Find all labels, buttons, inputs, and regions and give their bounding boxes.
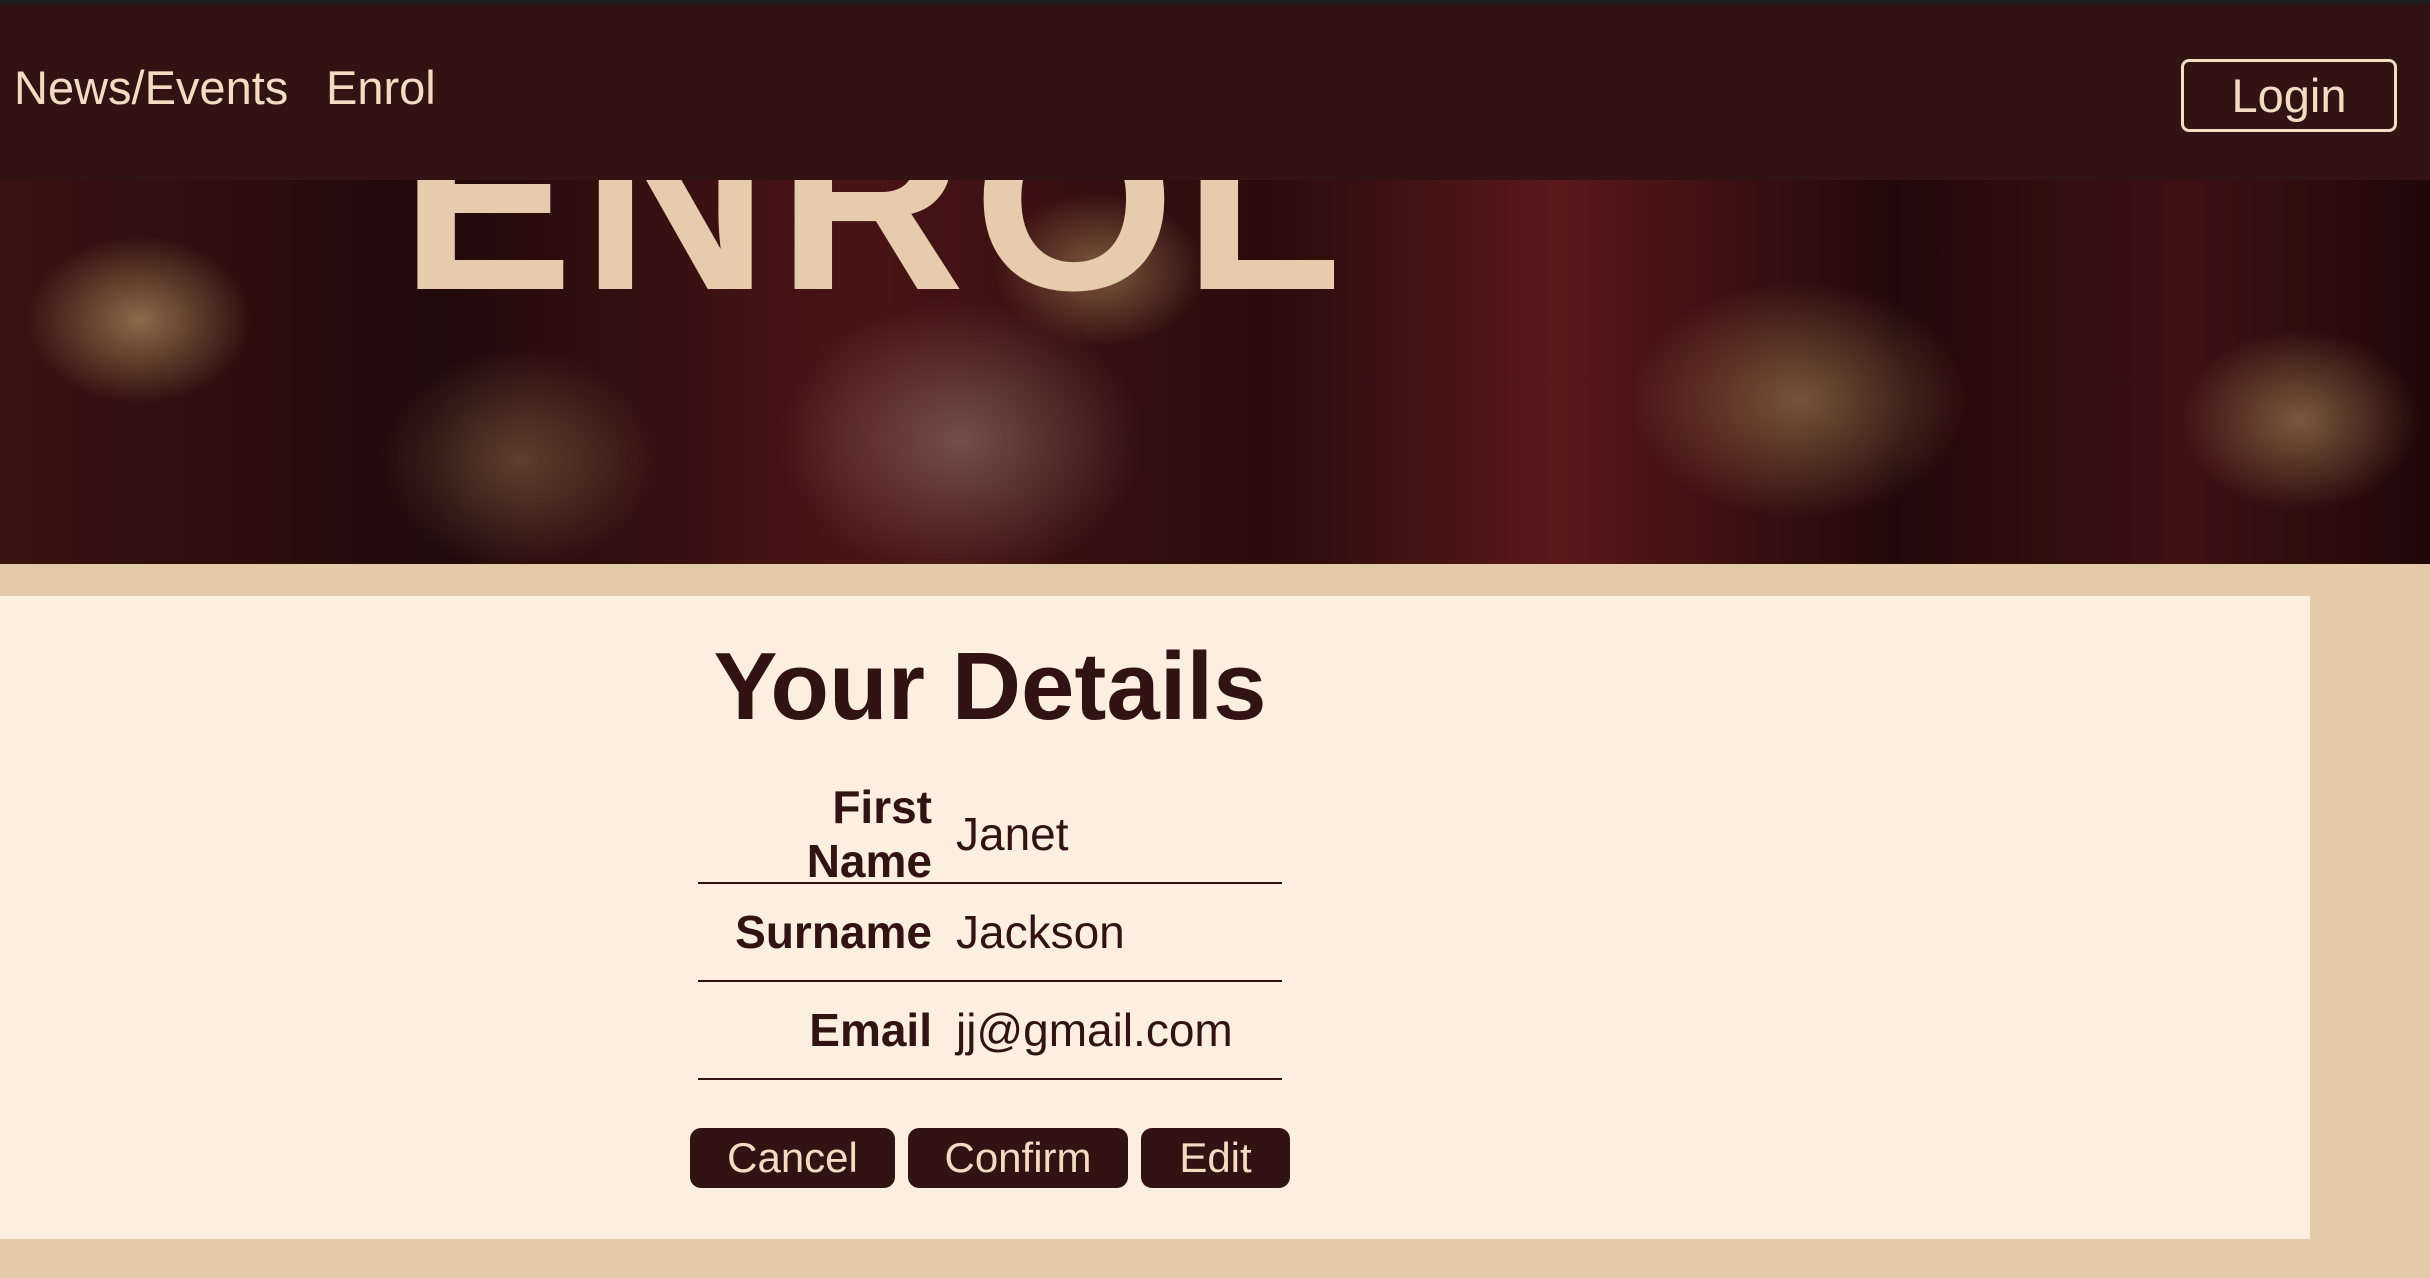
cancel-button[interactable]: Cancel: [690, 1128, 895, 1188]
first-name-value: Janet: [956, 808, 1069, 860]
top-navbar: News/Events Enrol Login: [0, 0, 2430, 180]
nav-link-enrol[interactable]: Enrol: [326, 60, 436, 115]
edit-button[interactable]: Edit: [1141, 1128, 1290, 1188]
page-title: Your Details: [713, 633, 1267, 740]
details-row-first-name: First Name Janet: [698, 781, 1282, 887]
details-row-surname: Surname Jackson: [698, 884, 1282, 982]
hero-banner: ENROL: [0, 180, 2430, 564]
email-value: jj@gmail.com: [956, 1004, 1233, 1056]
details-row-email: Email jj@gmail.com: [698, 982, 1282, 1080]
surname-label: Surname: [735, 906, 932, 958]
confirm-button[interactable]: Confirm: [908, 1128, 1128, 1188]
email-label: Email: [809, 1004, 932, 1056]
first-name-label: First Name: [806, 781, 932, 887]
details-list: First Name Janet Surname Jackson Email j…: [698, 781, 1282, 1080]
nav-link-news-events[interactable]: News/Events: [14, 60, 288, 115]
login-button[interactable]: Login: [2181, 59, 2397, 132]
hero-heading: ENROL: [400, 180, 1350, 345]
surname-value: Jackson: [956, 906, 1125, 958]
